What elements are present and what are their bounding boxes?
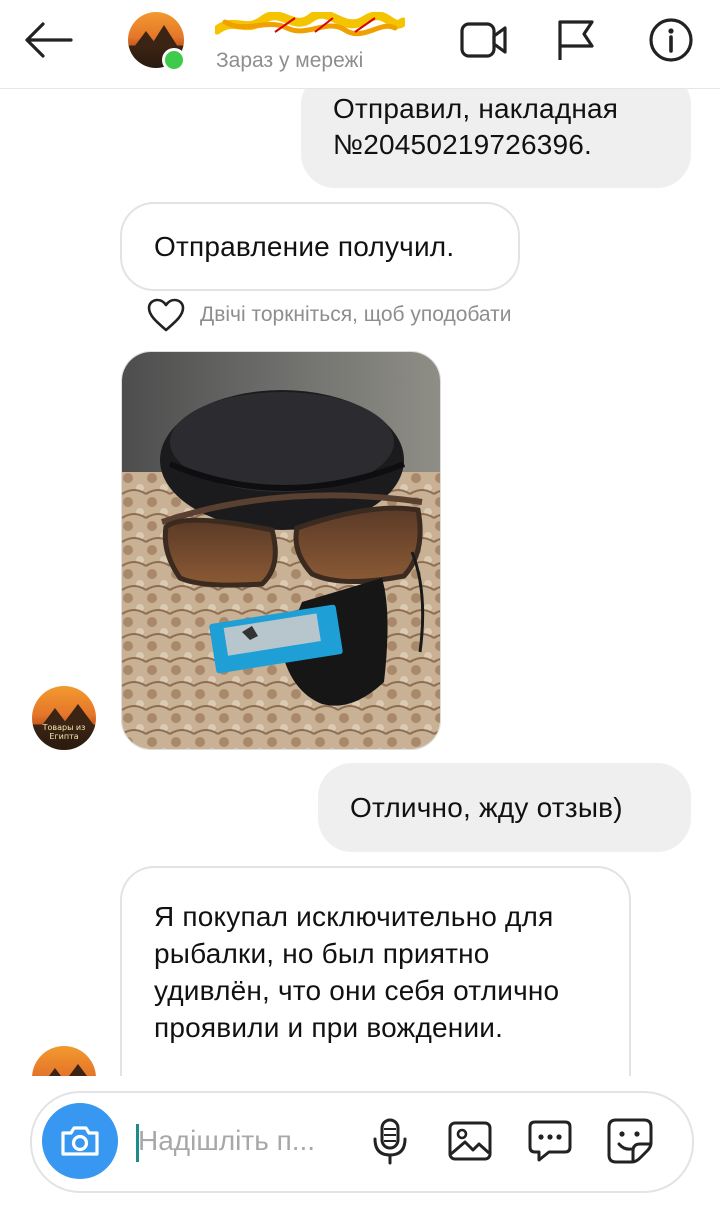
gallery-button[interactable] [446, 1117, 494, 1165]
outgoing-message[interactable]: Отправил, накладная №20450219726396. [301, 89, 691, 188]
message-input[interactable]: Надішліть п... [138, 1125, 315, 1157]
gallery-icon [448, 1121, 492, 1161]
message-composer: Надішліть п... [30, 1091, 694, 1193]
chat-header: Зараз у мережі [0, 0, 720, 89]
camera-button[interactable] [42, 1103, 118, 1179]
photo-image [122, 352, 440, 749]
incoming-message[interactable]: Я покупал исключительно для рыбалки, но … [120, 866, 631, 1076]
video-call-icon [460, 22, 507, 58]
like-hint[interactable]: Двічі торкніться, щоб уподобати [146, 297, 512, 333]
online-status-dot [162, 48, 186, 72]
message-text: Отправил, накладная №20450219726396. [333, 93, 619, 160]
message-text: Отправление получил. [154, 230, 455, 262]
heart-icon [147, 298, 185, 332]
quick-replies-button[interactable] [526, 1117, 574, 1165]
avatar-caption: Товары из Египта [42, 723, 86, 741]
online-status-text: Зараз у мережі [216, 49, 364, 72]
microphone-icon [373, 1118, 407, 1165]
sender-avatar[interactable] [32, 1046, 96, 1076]
outgoing-message[interactable]: Отлично, жду отзыв) [318, 763, 691, 852]
camera-icon [61, 1126, 99, 1156]
report-button[interactable] [550, 16, 602, 64]
sticker-icon [607, 1118, 653, 1164]
sticker-button[interactable] [606, 1117, 654, 1165]
redacted-username [215, 12, 405, 37]
video-call-button[interactable] [458, 16, 510, 64]
info-icon [649, 18, 693, 62]
sender-avatar[interactable]: Товары из Египта [32, 686, 96, 750]
back-button[interactable] [18, 18, 78, 62]
sunglasses-photo[interactable] [121, 351, 441, 750]
message-text: Отлично, жду отзыв) [350, 791, 623, 823]
flag-icon [558, 20, 594, 60]
incoming-message[interactable]: Отправление получил. [120, 202, 520, 291]
voice-message-button[interactable] [366, 1117, 414, 1165]
message-text: Я покупал исключительно для рыбалки, но … [154, 901, 560, 1043]
message-thread[interactable]: Отправил, накладная №20450219726396. Отп… [0, 89, 720, 1076]
info-button[interactable] [645, 16, 697, 64]
back-arrow-icon [25, 22, 73, 58]
chat-bubble-icon [528, 1120, 572, 1162]
like-hint-text: Двічі торкніться, щоб уподобати [200, 303, 512, 326]
